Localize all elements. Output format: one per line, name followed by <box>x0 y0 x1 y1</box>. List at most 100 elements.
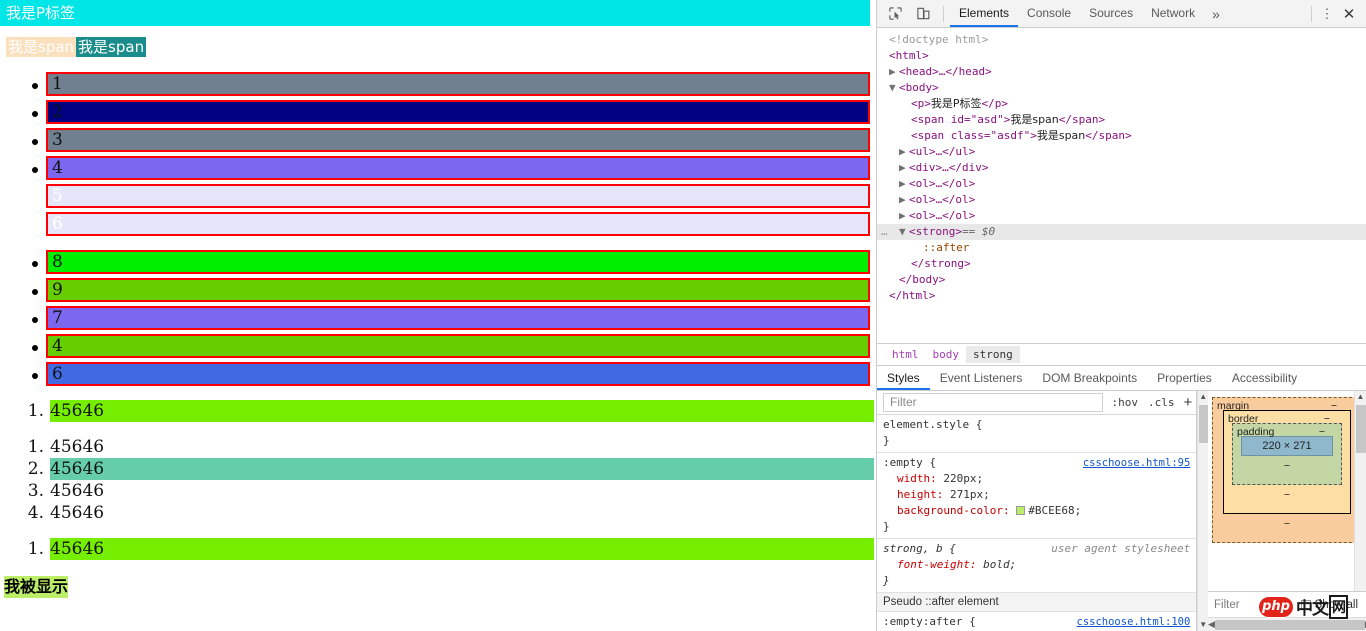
dom-line-after-pseudo[interactable]: ::after <box>877 240 1366 256</box>
new-style-rule-button[interactable]: + <box>1180 394 1197 411</box>
border-bottom-value[interactable]: − <box>1232 489 1342 501</box>
dom-line-ol3[interactable]: ▶ <ol>…</ol> <box>877 208 1366 224</box>
device-toolbar-icon[interactable] <box>911 3 935 25</box>
devtools-toolbar: Elements Console Sources Network » ⋮ ✕ <box>877 0 1366 28</box>
dom-tree[interactable]: <!doctype html> <html> ▶ <head>…</head> ▼… <box>877 28 1366 343</box>
rule-close-brace: } <box>883 434 890 447</box>
html-close-tag: </html> <box>889 289 936 302</box>
padding-top-value[interactable]: − <box>1319 426 1325 438</box>
tab-network[interactable]: Network <box>1142 0 1204 27</box>
chevron-down-icon[interactable]: ▼ <box>889 80 899 96</box>
source-link-empty-after[interactable]: csschoose.html:100 <box>1077 614 1191 630</box>
chevron-right-icon[interactable]: ▶ <box>899 160 909 176</box>
computed-scroll-up-icon[interactable]: ▲ <box>1355 391 1366 403</box>
val-width[interactable]: 220px; <box>943 472 983 485</box>
list-marker: 1. <box>27 437 44 457</box>
scroll-down-arrow-icon[interactable]: ▼ <box>1198 619 1208 631</box>
show-all-label[interactable]: Show all <box>1315 599 1358 611</box>
box-model-padding[interactable]: padding − 220 × 271 − <box>1232 423 1342 485</box>
box-model-margin[interactable]: margin − border − padding − 220 × 271 − <box>1212 397 1362 543</box>
val-background-color[interactable]: #BCEE68; <box>1028 504 1081 517</box>
tab-elements[interactable]: Elements <box>950 0 1018 27</box>
chevron-right-icon[interactable]: ▶ <box>899 192 909 208</box>
tab-event-listeners[interactable]: Event Listeners <box>930 366 1033 390</box>
ordered-list-one: 1. 45646 <box>24 400 876 422</box>
head-tag: <head>…</head> <box>899 65 992 78</box>
css-rule-element-style[interactable]: element.style { } <box>877 415 1197 453</box>
dom-line-body-close[interactable]: </body> <box>877 272 1366 288</box>
dom-line-doctype[interactable]: <!doctype html> <box>877 32 1366 48</box>
chevron-down-icon[interactable]: ▼ <box>899 224 909 240</box>
scroll-left-arrow-icon[interactable]: ◀ <box>1208 619 1215 630</box>
show-all-checkbox[interactable] <box>1300 599 1311 610</box>
close-icon[interactable]: ✕ <box>1336 5 1362 23</box>
breadcrumb: html body strong <box>877 343 1366 365</box>
scroll-up-arrow-icon[interactable]: ▲ <box>1198 391 1208 403</box>
color-swatch-icon[interactable] <box>1016 506 1026 515</box>
box-model-border[interactable]: border − padding − 220 × 271 − − <box>1223 410 1351 514</box>
breadcrumb-strong[interactable]: strong <box>966 346 1020 363</box>
css-rules-list[interactable]: element.style { } :empty { csschoose.htm… <box>877 415 1197 631</box>
dom-line-ol1[interactable]: ▶ <ol>…</ol> <box>877 176 1366 192</box>
list-marker: 4. <box>27 503 44 523</box>
kebab-menu-icon[interactable]: ⋮ <box>1318 6 1336 22</box>
padding-bottom-value[interactable]: − <box>1241 460 1333 472</box>
prop-width[interactable]: width: <box>883 472 937 485</box>
node-menu-icon[interactable]: … <box>881 224 889 240</box>
dom-line-span1[interactable]: <span id="asd">我是span</span> <box>877 112 1366 128</box>
val-font-weight: bold; <box>983 558 1017 571</box>
chevron-right-icon[interactable]: ▶ <box>899 144 909 160</box>
css-rule-empty-after[interactable]: :empty:after { csschoose.html:100 <box>877 612 1196 631</box>
dom-line-span2[interactable]: <span class="asdf">我是span</span> <box>877 128 1366 144</box>
dom-line-body-open[interactable]: ▼ <body> <box>877 80 1366 96</box>
dom-line-strong-close[interactable]: </strong> <box>877 256 1366 272</box>
dom-line-p[interactable]: <p>我是P标签</p> <box>877 96 1366 112</box>
margin-bottom-value[interactable]: − <box>1223 518 1351 530</box>
prop-height[interactable]: height: <box>883 488 943 501</box>
styles-filter-input[interactable]: Filter <box>883 393 1103 412</box>
computed-vertical-scrollbar[interactable]: ▲ <box>1354 391 1366 591</box>
chevron-right-icon[interactable]: ▶ <box>889 64 899 80</box>
dom-line-div[interactable]: ▶ <div>…</div> <box>877 160 1366 176</box>
computed-scroll-thumb[interactable] <box>1356 405 1366 453</box>
tab-properties[interactable]: Properties <box>1147 366 1222 390</box>
chevron-right-icon[interactable]: ▶ <box>899 176 909 192</box>
dom-line-ul[interactable]: ▶ <ul>…</ul> <box>877 144 1366 160</box>
styles-vertical-scrollbar[interactable]: ▲ ▼ <box>1197 391 1210 631</box>
computed-filter-input[interactable]: Filter <box>1214 599 1240 611</box>
box-model-content-size[interactable]: 220 × 271 <box>1241 436 1333 456</box>
selector-strong-b: strong, b { <box>883 542 956 555</box>
more-tabs-chevron-icon[interactable]: » <box>1204 6 1228 22</box>
breadcrumb-body[interactable]: body <box>926 346 967 363</box>
cls-toggle[interactable]: .cls <box>1143 396 1180 409</box>
dom-line-html-open[interactable]: <html> <box>877 48 1366 64</box>
ol1-tag: <ol>…</ol> <box>909 177 976 190</box>
computed-filter-row: Filter Show all <box>1208 591 1366 617</box>
ordered-list-two: 1. 45646 2. 45646 3. 45646 4. 45646 <box>24 436 876 524</box>
val-height[interactable]: 271px; <box>950 488 990 501</box>
source-link-empty[interactable]: csschoose.html:95 <box>1083 455 1190 471</box>
dom-line-html-close[interactable]: </html> <box>877 288 1366 304</box>
html-open-tag: <html> <box>889 49 929 62</box>
spacer-ol1 <box>0 422 876 436</box>
dom-line-strong-selected[interactable]: … ▼ <strong>== $0 <box>877 224 1366 240</box>
tab-sources[interactable]: Sources <box>1080 0 1142 27</box>
tab-dom-breakpoints[interactable]: DOM Breakpoints <box>1032 366 1147 390</box>
chevron-right-icon[interactable]: ▶ <box>899 208 909 224</box>
hov-toggle[interactable]: :hov <box>1107 396 1144 409</box>
prop-font-weight: font-weight: <box>897 558 977 571</box>
tab-console[interactable]: Console <box>1018 0 1080 27</box>
breadcrumb-html[interactable]: html <box>885 346 926 363</box>
css-rule-strong-b[interactable]: strong, b { user agent stylesheet font-w… <box>877 539 1197 593</box>
css-rule-empty[interactable]: :empty { csschoose.html:95 width: 220px;… <box>877 453 1197 539</box>
list-item-text: 45646 <box>50 458 874 480</box>
inspect-cursor-icon[interactable] <box>883 3 907 25</box>
prop-background-color[interactable]: background-color: <box>883 504 1010 517</box>
tab-styles[interactable]: Styles <box>877 366 930 390</box>
hscroll-thumb[interactable] <box>1214 619 1365 630</box>
selected-node-marker: == $0 <box>961 225 996 238</box>
computed-horizontal-scrollbar[interactable]: ◀ ▶ <box>1208 617 1366 631</box>
tab-accessibility[interactable]: Accessibility <box>1222 366 1307 390</box>
dom-line-head[interactable]: ▶ <head>…</head> <box>877 64 1366 80</box>
dom-line-ol2[interactable]: ▶ <ol>…</ol> <box>877 192 1366 208</box>
